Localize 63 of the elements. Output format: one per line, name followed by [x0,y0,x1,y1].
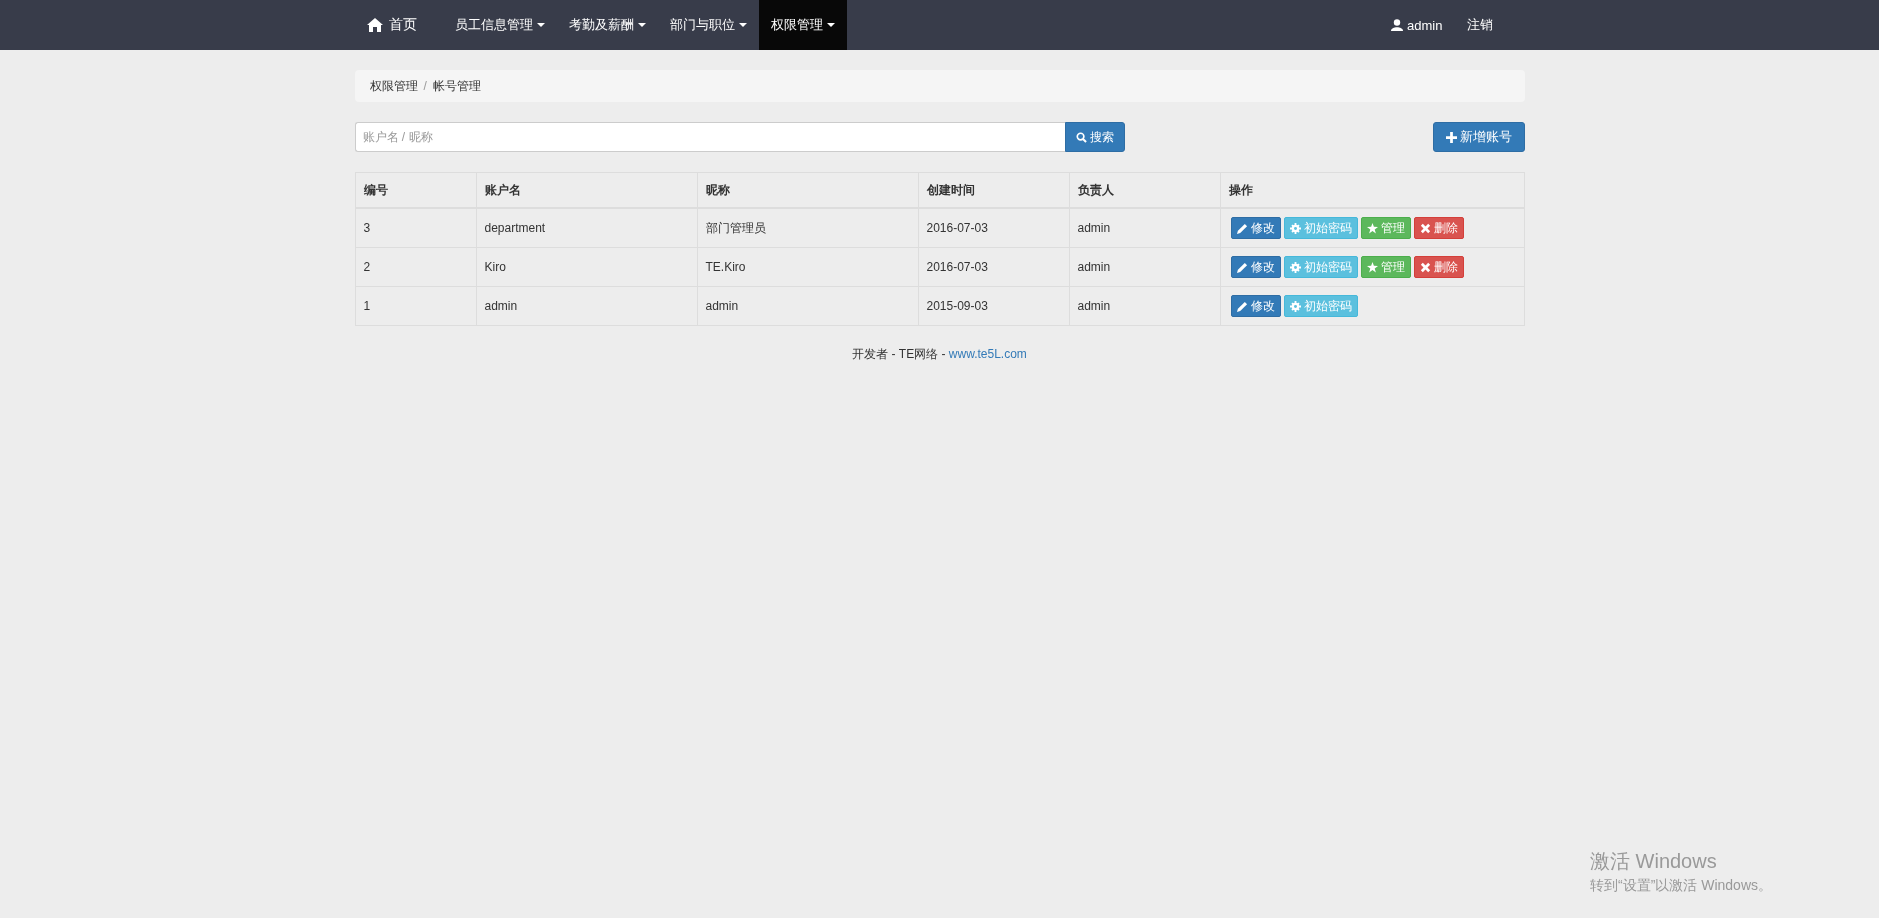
caret-icon [826,23,835,27]
pencil-icon [1236,300,1248,312]
footer-link[interactable]: www.te5L.com [948,347,1027,361]
table-cell: 1 [355,286,476,326]
caret-icon [536,23,545,27]
table-cell: admin [476,286,697,326]
table-cell: 2015-09-03 [918,286,1069,326]
plus-icon [1445,131,1457,143]
column-header: 操作 [1220,172,1524,208]
table-cell: 2 [355,247,476,287]
gear-icon [1289,300,1301,312]
pencil-icon [1236,261,1248,273]
nav-menu-item[interactable]: 首页 [354,0,443,50]
activation-title: 激活 Windows [1590,849,1718,874]
table-cell: admin [1069,208,1220,248]
nav-menu-item[interactable]: 部门与职位 [657,0,759,50]
user-icon [1391,19,1404,31]
table-cell: admin [697,286,918,326]
column-header: 昵称 [697,172,918,208]
edit-button[interactable]: 修改 [1230,256,1281,278]
table-cell: admin [1069,286,1220,326]
gear-icon [1289,261,1301,273]
table-cell: department [476,208,697,248]
gear-icon [1289,222,1301,234]
table-cell: Kiro [476,247,697,287]
footer-text: 开发者 - TE网络 - [852,347,947,361]
logout-link[interactable]: 注销 [1454,0,1505,50]
close-icon [1419,261,1431,273]
activation-text: 转到“设置”以激活 Windows。 [1590,877,1772,895]
delete-button[interactable]: 删除 [1413,256,1464,278]
table-cell: 2016-07-03 [918,208,1069,248]
nav-menu-item[interactable]: 考勤及薪酬 [556,0,658,50]
table-cell: admin [1069,247,1220,287]
edit-button[interactable]: 修改 [1230,295,1281,317]
column-header: 负责人 [1069,172,1220,208]
search-button[interactable]: 搜索 [1064,122,1125,152]
search-field[interactable]: 账户名 / 昵称 [354,122,1065,152]
delete-button[interactable]: 删除 [1413,217,1464,239]
nav-menu-item[interactable]: 员工信息管理 [442,0,557,50]
manage-button[interactable]: 管理 [1360,256,1411,278]
nav-menu-item[interactable]: 权限管理 [758,0,847,50]
search-icon [1075,131,1087,143]
caret-icon [738,23,747,27]
caret-icon [637,23,646,27]
table-cell: 3 [355,208,476,248]
table-cell: 2016-07-03 [918,247,1069,287]
home-icon [366,18,383,32]
user-menu-item[interactable]: admin [1379,0,1455,50]
breadcrumb-item[interactable]: 帐号管理 [432,77,481,95]
star-icon [1366,222,1378,234]
column-header: 账户名 [476,172,697,208]
close-icon [1419,222,1431,234]
table-cell: TE.Kiro [697,247,918,287]
pencil-icon [1236,222,1248,234]
column-header: 创建时间 [918,172,1069,208]
star-icon [1366,261,1378,273]
table-cell: 部门管理员 [697,208,918,248]
column-header: 编号 [355,172,476,208]
manage-button[interactable]: 管理 [1360,217,1411,239]
add-account-button[interactable]: 新增账号 [1432,122,1525,152]
edit-button[interactable]: 修改 [1230,217,1281,239]
breadcrumb-separator: / [423,79,427,93]
breadcrumb-item[interactable]: 权限管理 [369,77,418,95]
